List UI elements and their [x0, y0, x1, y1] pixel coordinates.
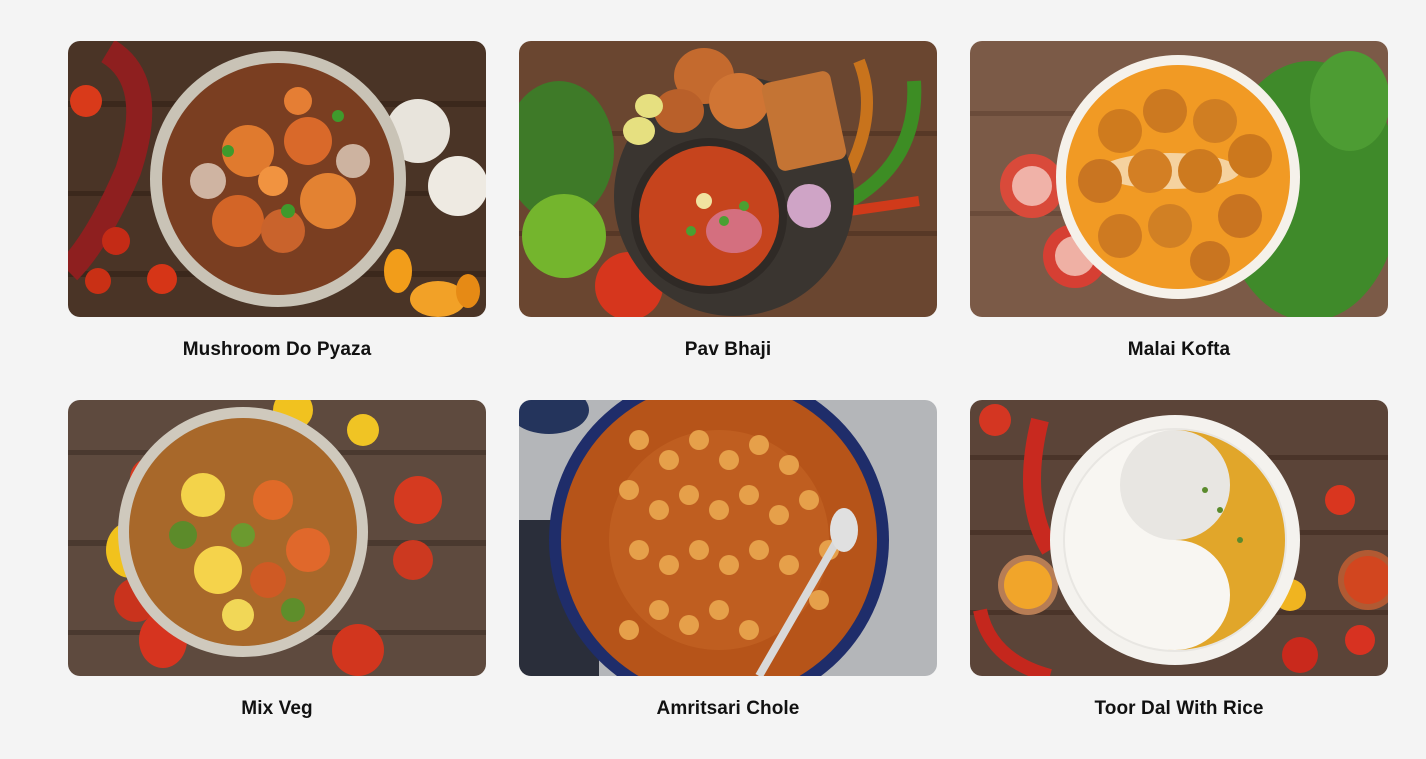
dish-card-pav-bhaji[interactable]: Pav Bhaji	[519, 41, 937, 400]
dish-title[interactable]: Amritsari Chole	[657, 698, 800, 720]
dish-title[interactable]: Toor Dal With Rice	[1094, 698, 1263, 720]
dish-title[interactable]: Mix Veg	[241, 698, 312, 720]
dish-image-pav-bhaji[interactable]	[519, 41, 937, 317]
dish-title[interactable]: Pav Bhaji	[685, 339, 771, 361]
dish-image-mushroom-do-pyaza[interactable]	[68, 41, 486, 317]
dish-card-malai-kofta[interactable]: Malai Kofta	[970, 41, 1388, 400]
dish-title[interactable]: Malai Kofta	[1128, 339, 1230, 361]
dish-image-malai-kofta[interactable]	[970, 41, 1388, 317]
dish-card-toor-dal-with-rice[interactable]: Toor Dal With Rice	[970, 400, 1388, 759]
dish-grid: Mushroom Do Pyaza Pav Bhaji Malai Kofta …	[68, 41, 1388, 759]
dish-image-amritsari-chole[interactable]	[519, 400, 937, 676]
dish-card-mushroom-do-pyaza[interactable]: Mushroom Do Pyaza	[68, 41, 486, 400]
dish-image-toor-dal-with-rice[interactable]	[970, 400, 1388, 676]
dish-card-amritsari-chole[interactable]: Amritsari Chole	[519, 400, 937, 759]
dish-image-mix-veg[interactable]	[68, 400, 486, 676]
dish-card-mix-veg[interactable]: Mix Veg	[68, 400, 486, 759]
dish-title[interactable]: Mushroom Do Pyaza	[183, 339, 372, 361]
